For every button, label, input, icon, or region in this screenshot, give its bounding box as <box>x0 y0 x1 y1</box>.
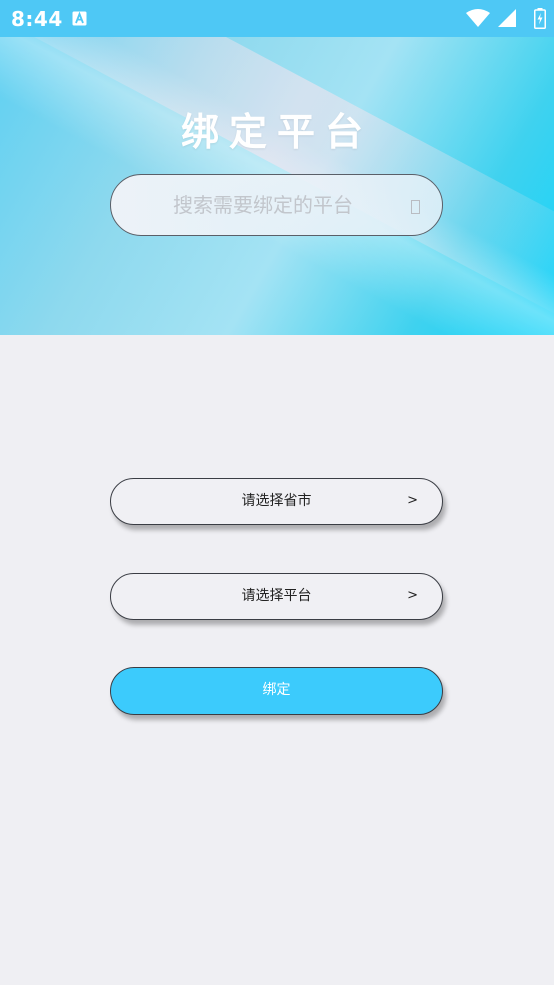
platform-select-button[interactable]: 请选择平台 > <box>110 573 443 620</box>
status-bar: 8:44 <box>0 0 554 37</box>
search-input[interactable] <box>173 189 383 221</box>
page-title: 绑定平台 <box>180 110 373 154</box>
bind-button[interactable]: 绑定 <box>110 667 443 715</box>
battery-charging-icon <box>534 8 546 29</box>
signal-icon <box>498 9 516 27</box>
search-box[interactable] <box>110 174 443 236</box>
search-icon[interactable] <box>411 200 420 214</box>
header-banner: 绑定平台 <box>0 37 554 335</box>
bind-platform-screen: 8:44 绑定平台 请选择省市 > <box>0 0 554 985</box>
wifi-icon <box>466 9 490 27</box>
chevron-right-icon: > <box>407 493 418 508</box>
chevron-right-icon: > <box>407 588 418 603</box>
province-select-button[interactable]: 请选择省市 > <box>110 478 443 525</box>
province-select-label: 请选择省市 <box>241 493 312 509</box>
status-time: 8:44 <box>11 7 63 31</box>
platform-select-label: 请选择平台 <box>241 588 312 604</box>
font-a-icon <box>72 11 87 26</box>
